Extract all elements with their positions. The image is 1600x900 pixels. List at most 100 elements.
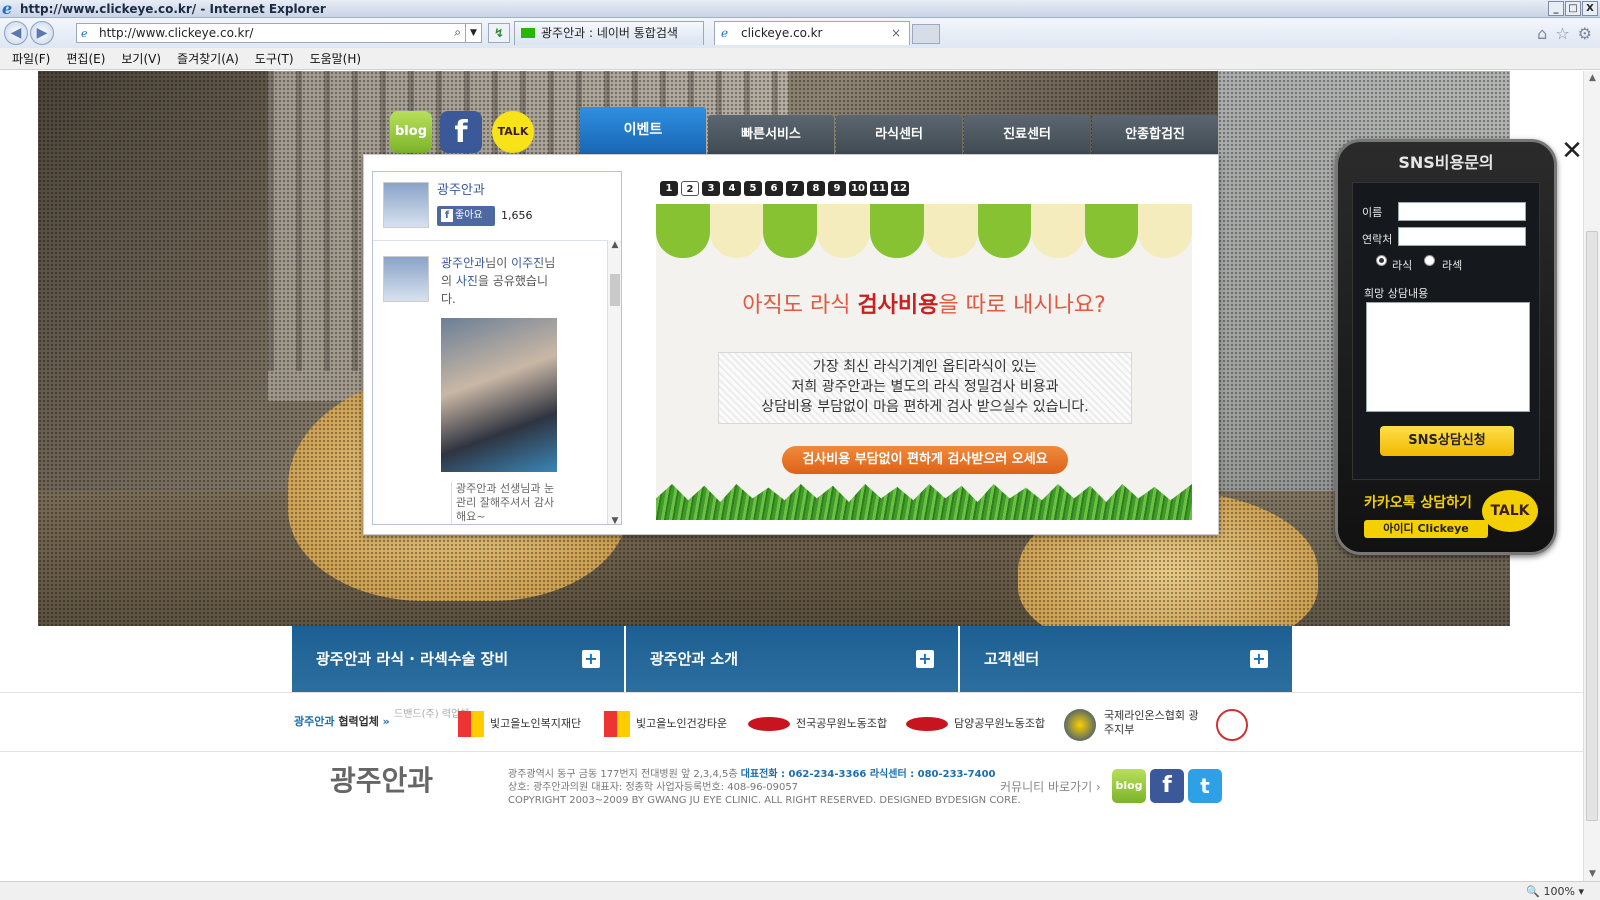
kakao-consult-button[interactable]: 카카오톡 상담하기 아이디 Clickeye TALK bbox=[1348, 490, 1546, 546]
menu-file[interactable]: 파일(F) bbox=[4, 48, 58, 69]
message-textarea[interactable] bbox=[1366, 302, 1530, 412]
post-author-link[interactable]: 광주안과 bbox=[441, 256, 485, 270]
partner-link[interactable]: 전국공무원노동조합 bbox=[748, 709, 887, 739]
post-caption: 광주안과 선생님과 눈 관리 잘해주셔서 감사해요~ bbox=[451, 482, 561, 524]
compatibility-button[interactable]: ↯ bbox=[488, 23, 510, 43]
menu-view[interactable]: 보기(V) bbox=[113, 48, 169, 69]
post-photo-link[interactable]: 사진 bbox=[456, 274, 478, 288]
scroll-down-icon[interactable]: ▼ bbox=[608, 516, 621, 524]
pager-item[interactable]: 6 bbox=[765, 181, 783, 196]
bottom-nav-customer-center[interactable]: 고객센터 + bbox=[960, 626, 1292, 692]
footer-facebook-icon[interactable]: f bbox=[1150, 769, 1184, 803]
statusbar: 🔍 100% ▾ bbox=[0, 881, 1600, 900]
partners-strip: 광주안과 협력업체 » 드밴드(주) 력업체 빛고을노인복지재단 빛고을노인건강… bbox=[0, 692, 1583, 752]
facebook-like-button[interactable]: f 좋아요 bbox=[437, 206, 495, 226]
partner-link[interactable]: 빛고을노인복지재단 bbox=[458, 709, 581, 739]
zoom-level[interactable]: 🔍 100% ▾ bbox=[1526, 884, 1584, 899]
phone-field[interactable] bbox=[1398, 227, 1526, 246]
desc-line: 저희 광주안과는 별도의 라식 정밀검사 비용과 bbox=[791, 379, 1059, 395]
pager-item-current[interactable]: 2 bbox=[681, 181, 699, 196]
desc-line: 가장 최신 라식기계인 옵티라식이 있는 bbox=[813, 359, 1037, 375]
radio-lasik[interactable] bbox=[1376, 255, 1387, 266]
address-input[interactable]: ℯ http://www.clickeye.co.kr/ ⌕ ▼ bbox=[76, 23, 482, 43]
pager-item[interactable]: 4 bbox=[723, 181, 741, 196]
partner-link[interactable]: 빛고을노인건강타운 bbox=[604, 709, 727, 739]
menu-tools[interactable]: 도구(T) bbox=[247, 48, 302, 69]
page-scrollbar[interactable]: ▲ ▼ bbox=[1583, 71, 1600, 881]
pager-item[interactable]: 11 bbox=[870, 181, 888, 196]
like-count: 1,656 bbox=[501, 209, 533, 222]
post-author-thumbnail[interactable] bbox=[383, 256, 429, 302]
close-window-button[interactable]: X bbox=[1582, 1, 1598, 16]
new-tab-button[interactable] bbox=[912, 24, 940, 44]
bottom-nav-about[interactable]: 광주안과 소개 + bbox=[626, 626, 958, 692]
pager-item[interactable]: 3 bbox=[702, 181, 720, 196]
post-photo[interactable] bbox=[441, 318, 557, 472]
tab-lasik-center[interactable]: 라식센터 bbox=[836, 115, 962, 155]
footer-twitter-icon[interactable]: t bbox=[1188, 769, 1222, 803]
plus-icon[interactable]: + bbox=[582, 650, 600, 668]
banner-headline: 아직도 라식 검사비용을 따로 내시나요? bbox=[656, 292, 1192, 320]
plus-icon[interactable]: + bbox=[916, 650, 934, 668]
likebox-scrollbar[interactable]: ▲ ▼ bbox=[607, 240, 621, 524]
name-label: 이름 bbox=[1362, 206, 1383, 219]
partner-link[interactable]: 담양공무원노동조합 bbox=[906, 709, 1045, 739]
search-icon[interactable]: ⌕ bbox=[454, 25, 461, 40]
forward-button[interactable]: ▶ bbox=[30, 21, 54, 45]
tab-event[interactable]: 이벤트 bbox=[580, 107, 706, 154]
sns-submit-button[interactable]: SNS상담신청 bbox=[1380, 426, 1514, 456]
grass-decoration bbox=[656, 484, 1192, 520]
plus-icon[interactable]: + bbox=[1250, 650, 1268, 668]
event-banner[interactable]: 아직도 라식 검사비용을 따로 내시나요? 가장 최신 라식기계인 옵티라식이 … bbox=[656, 204, 1192, 520]
tab-close-icon[interactable]: × bbox=[891, 22, 901, 44]
page-icon: ℯ bbox=[81, 27, 88, 40]
pager-item[interactable]: 12 bbox=[891, 181, 909, 196]
scroll-down-icon[interactable]: ▼ bbox=[1584, 869, 1600, 879]
tab-clickeye[interactable]: ℯ clickeye.co.kr × bbox=[714, 21, 910, 45]
minimize-button[interactable]: _ bbox=[1548, 1, 1564, 16]
facebook-page-name[interactable]: 광주안과 bbox=[437, 182, 485, 200]
maximize-button[interactable]: □ bbox=[1565, 1, 1581, 16]
desc-line: 상담비용 부담없이 마음 편하게 검사 받으실수 있습니다. bbox=[761, 399, 1089, 415]
kakaotalk-icon[interactable]: TALK bbox=[492, 111, 534, 153]
favorites-star-icon[interactable]: ☆ bbox=[1555, 24, 1569, 43]
footer: 광주안과 광주광역시 동구 금동 177번지 전대병원 앞 2,3,4,5층 대… bbox=[0, 753, 1583, 853]
post-target-link[interactable]: 이주진 bbox=[511, 256, 544, 270]
footer-blog-icon[interactable]: blog bbox=[1112, 769, 1146, 803]
scroll-thumb[interactable] bbox=[610, 274, 620, 306]
scroll-up-icon[interactable]: ▲ bbox=[1584, 73, 1600, 83]
pager-item[interactable]: 1 bbox=[660, 181, 678, 196]
radio-lasek[interactable] bbox=[1424, 255, 1435, 266]
address-dropdown-icon[interactable]: ▼ bbox=[465, 24, 481, 42]
blog-icon[interactable]: blog bbox=[390, 111, 432, 153]
tab-naver-search[interactable]: 광주안과 : 네이버 통합검색 bbox=[514, 21, 704, 45]
scroll-up-icon[interactable]: ▲ bbox=[608, 240, 621, 250]
menu-favorites[interactable]: 즐겨찾기(A) bbox=[169, 48, 247, 69]
facebook-page-thumbnail[interactable] bbox=[383, 182, 429, 228]
pager-item[interactable]: 9 bbox=[828, 181, 846, 196]
home-icon[interactable]: ⌂ bbox=[1537, 24, 1547, 43]
name-field[interactable] bbox=[1398, 202, 1526, 221]
settings-gear-icon[interactable]: ⚙ bbox=[1578, 24, 1592, 43]
menu-edit[interactable]: 편집(E) bbox=[58, 48, 113, 69]
facebook-icon[interactable]: f bbox=[440, 111, 482, 153]
partner-logo-icon[interactable] bbox=[1216, 709, 1248, 741]
pager-item[interactable]: 8 bbox=[807, 181, 825, 196]
pager-item[interactable]: 7 bbox=[786, 181, 804, 196]
footer-logo[interactable]: 광주안과 bbox=[330, 765, 433, 797]
tab-quick-service[interactable]: 빠른서비스 bbox=[708, 115, 834, 155]
close-icon[interactable]: ✕ bbox=[1560, 138, 1583, 164]
pager-item[interactable]: 5 bbox=[744, 181, 762, 196]
back-button[interactable]: ◀ bbox=[4, 21, 28, 45]
banner-cta-button[interactable]: 검사비용 부담없이 편하게 검사받으러 오세요 bbox=[782, 446, 1068, 474]
bottom-nav-lasik-equipment[interactable]: 광주안과 라식 · 라섹수술 장비 + bbox=[292, 626, 624, 692]
pager-item[interactable]: 10 bbox=[849, 181, 867, 196]
tab-clinic-center[interactable]: 진료센터 bbox=[964, 115, 1090, 155]
partner-logo-icon bbox=[748, 717, 790, 731]
banner-description: 가장 최신 라식기계인 옵티라식이 있는 저희 광주안과는 별도의 라식 정밀검… bbox=[718, 352, 1132, 424]
menu-help[interactable]: 도움말(H) bbox=[302, 48, 370, 69]
scroll-thumb[interactable] bbox=[1586, 231, 1598, 821]
headline-part: 을 따로 내시나요? bbox=[938, 293, 1106, 318]
tab-eye-checkup[interactable]: 안종합검진 bbox=[1092, 115, 1218, 155]
partner-link[interactable]: 국제라인온스협회 광주지부 bbox=[1064, 709, 1204, 741]
